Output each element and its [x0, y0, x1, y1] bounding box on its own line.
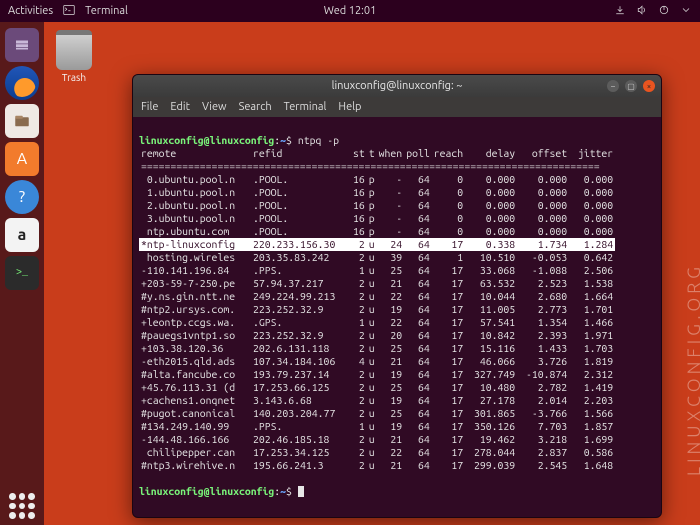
table-row: -eth2015.qld.ads107.34.184.1064u21641746… — [139, 355, 615, 368]
table-row: *ntp-linuxconfig220.233.156.302u2464170.… — [139, 238, 615, 251]
menu-help[interactable]: Help — [338, 101, 361, 113]
desktop-trash[interactable]: Trash — [56, 30, 92, 83]
table-row: hosting.wireles203.35.83.2422u3964110.51… — [139, 251, 615, 264]
table-row: +cachens1.onqnet3.143.6.682u19641727.178… — [139, 394, 615, 407]
prompt-userhost: linuxconfig@linuxconfig — [139, 134, 274, 146]
terminal-body[interactable]: linuxconfig@linuxconfig:~$ ntpq -p remot… — [133, 117, 661, 517]
table-row: +103.38.120.36 202.6.131.1182u25641715.1… — [139, 342, 615, 355]
dock-amazon-icon[interactable]: a — [5, 218, 39, 252]
menu-edit[interactable]: Edit — [170, 101, 190, 113]
terminal-menubar: File Edit View Search Terminal Help — [133, 97, 661, 117]
table-row: +leontp.ccgs.wa..GPS.1u22641757.5411.354… — [139, 316, 615, 329]
table-row: 1.ubuntu.pool.n.POOL.16p-6400.0000.0000.… — [139, 186, 615, 199]
menu-terminal[interactable]: Terminal — [284, 101, 327, 113]
gnome-topbar: Activities Terminal Wed 12:01 — [0, 0, 700, 22]
terminal-cursor — [298, 486, 304, 497]
activities-button[interactable]: Activities — [8, 5, 53, 17]
dock-help-icon[interactable]: ? — [5, 180, 39, 214]
table-row: ntp.ubuntu.com .POOL.16p-6400.0000.0000.… — [139, 225, 615, 238]
table-row: #ntp2.ursys.com.223.252.32.92u19641711.0… — [139, 303, 615, 316]
ubuntu-dock: A ? a >_ — [0, 22, 44, 525]
table-row: 2.ubuntu.pool.n.POOL.16p-6400.0000.0000.… — [139, 199, 615, 212]
table-row: 0.ubuntu.pool.n.POOL.16p-6400.0000.0000.… — [139, 173, 615, 186]
dock-software-icon[interactable]: A — [5, 142, 39, 176]
table-row: #pugot.canonical140.203.204.772u25641730… — [139, 407, 615, 420]
menu-file[interactable]: File — [141, 101, 158, 113]
trash-icon — [56, 30, 92, 70]
table-row: +203-59-7-250.pe57.94.37.2172u21641763.5… — [139, 277, 615, 290]
power-icon[interactable] — [658, 4, 670, 19]
ntpq-table: remote refid st t when poll reach delay … — [139, 147, 615, 472]
dock-firefox-icon[interactable] — [5, 66, 39, 100]
window-minimize-button[interactable]: – — [607, 80, 619, 92]
table-row: -144.48.166.166 202.46.185.182u21641719.… — [139, 433, 615, 446]
window-titlebar[interactable]: linuxconfig@linuxconfig: ~ – ▢ × — [133, 75, 661, 97]
table-row: #ntp3.wirehive.n195.66.241.32u216417299.… — [139, 459, 615, 472]
table-row: 3.ubuntu.pool.n.POOL.16p-6400.0000.0000.… — [139, 212, 615, 225]
table-row: -110.141.196.84 .PPS.1u25641733.068-1.08… — [139, 264, 615, 277]
table-row: +45.76.113.31 (d17.253.66.1252u25641710.… — [139, 381, 615, 394]
table-row: #alta.fancube.co193.79.237.142u196417327… — [139, 368, 615, 381]
menu-view[interactable]: View — [202, 101, 227, 113]
table-separator: ========================================… — [139, 160, 615, 173]
dock-nautilus-icon[interactable] — [5, 104, 39, 138]
window-maximize-button[interactable]: ▢ — [625, 80, 637, 92]
trash-label: Trash — [56, 72, 92, 83]
menu-search[interactable]: Search — [239, 101, 272, 113]
dock-apps-button[interactable] — [0, 493, 44, 519]
table-row: #y.ns.gin.ntt.ne249.224.99.2132u22641710… — [139, 290, 615, 303]
network-icon[interactable] — [614, 4, 626, 19]
table-row: #pauegs1vntp1.so223.252.32.92u20641710.8… — [139, 329, 615, 342]
prompt-command: ntpq -p — [298, 134, 339, 146]
watermark: LINUXCONFIG.ORG — [684, 263, 700, 476]
window-title: linuxconfig@linuxconfig: ~ — [332, 80, 463, 92]
table-header: remote refid st t when poll reach delay … — [139, 147, 615, 160]
terminal-indicator-icon — [63, 4, 75, 19]
dock-files-icon[interactable] — [5, 28, 39, 62]
table-row: #134.249.140.99 .PPS.1u196417350.1267.70… — [139, 420, 615, 433]
topbar-clock[interactable]: Wed 12:01 — [324, 5, 377, 17]
terminal-window: linuxconfig@linuxconfig: ~ – ▢ × File Ed… — [132, 74, 662, 518]
volume-icon[interactable] — [636, 4, 648, 19]
table-row: chilipepper.can17.253.34.1252u226417278.… — [139, 446, 615, 459]
topbar-app-label: Terminal — [85, 5, 128, 17]
chevron-down-icon[interactable] — [680, 4, 692, 19]
window-close-button[interactable]: × — [643, 80, 655, 92]
dock-terminal-icon[interactable]: >_ — [5, 256, 39, 290]
apps-grid-icon — [9, 493, 35, 519]
